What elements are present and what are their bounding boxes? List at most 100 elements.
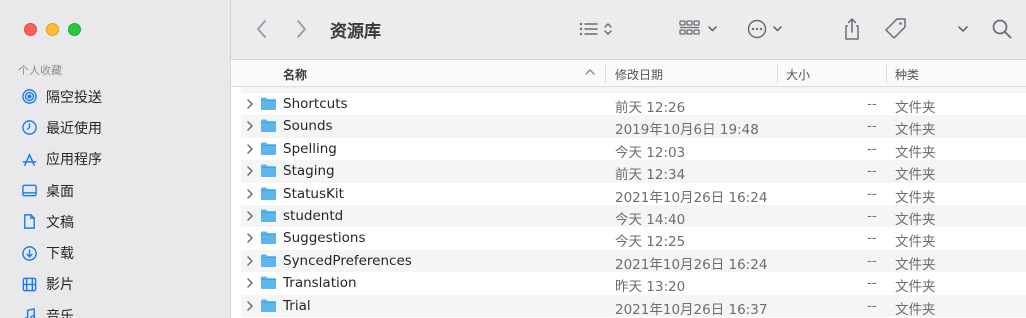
file-kind: 文件夹 [895,234,936,251]
sidebar-item-label: 文稿 [46,214,74,231]
minimize-window-button[interactable] [46,23,59,36]
table-row[interactable]: Suggestions 今天 12:25 -- 文件夹 [241,227,1026,251]
folder-icon [260,163,277,178]
disclosure-chevron-icon[interactable] [245,300,255,312]
file-date-modified: 前天 12:34 [615,167,686,184]
more-toolbar-button[interactable] [956,16,970,42]
disclosure-chevron-icon[interactable] [245,143,255,155]
file-date-modified: 今天 14:40 [615,211,686,228]
close-window-button[interactable] [24,23,37,36]
toolbar: 资源库 [231,0,1026,60]
share-button[interactable] [841,16,863,42]
tag-button[interactable] [883,16,909,42]
table-row[interactable]: Shortcuts 前天 12:26 -- 文件夹 [241,93,1026,116]
file-size: -- [867,297,877,314]
disclosure-chevron-icon[interactable] [245,232,255,244]
table-row[interactable]: Translation 昨天 13:20 -- 文件夹 [241,272,1026,296]
sidebar-item-airdrop[interactable]: 隔空投送 [20,81,102,112]
sidebar-item-music[interactable]: 音乐 [20,300,102,318]
folder-icon [260,253,277,268]
file-date-modified: 前天 12:26 [615,100,686,116]
column-divider[interactable] [605,64,606,83]
search-button[interactable] [991,16,1013,42]
file-name: Spelling [283,140,337,157]
window-controls [24,23,81,36]
file-name: StatusKit [283,185,344,202]
sidebar-item-label: 影片 [46,277,74,294]
folder-icon [260,275,277,290]
file-size: -- [867,118,877,135]
column-divider[interactable] [886,64,887,83]
sidebar-item-desktop[interactable]: 桌面 [20,175,102,206]
sidebar-item-movies[interactable]: 影片 [20,269,102,300]
file-kind: 文件夹 [895,167,936,184]
file-list: Shortcuts 前天 12:26 -- 文件夹 Sounds 2019年10月6日 1… [241,87,1026,318]
disclosure-chevron-icon[interactable] [245,277,255,289]
table-row[interactable]: Trial 2021年10月26日 16:37 -- 文件夹 [241,294,1026,318]
table-row[interactable]: SyncedPreferences 2021年10月26日 16:24 -- 文件夹 [241,249,1026,273]
column-header: 名称 修改日期 大小 种类 [231,60,1026,87]
window-title: 资源库 [330,22,381,42]
sidebar-item-documents[interactable]: 文稿 [20,206,102,237]
group-by-button[interactable] [679,16,721,42]
back-button[interactable] [255,16,269,42]
column-name[interactable]: 名称 [283,66,307,83]
disclosure-chevron-icon[interactable] [245,188,255,200]
sidebar-item-label: 最近使用 [46,120,102,137]
table-row[interactable]: Spelling 今天 12:03 -- 文件夹 [241,138,1026,161]
folder-icon [260,118,277,133]
file-kind: 文件夹 [895,189,936,206]
column-date-modified[interactable]: 修改日期 [615,66,663,83]
column-size[interactable]: 大小 [786,66,810,83]
sidebar-item-downloads[interactable]: 下载 [20,237,102,268]
file-size: -- [867,207,877,224]
table-row[interactable]: studentd 今天 14:40 -- 文件夹 [241,204,1026,228]
disclosure-chevron-icon[interactable] [245,165,255,177]
file-size: -- [867,96,877,112]
table-row[interactable]: StatusKit 2021年10月26日 16:24 -- 文件夹 [241,183,1026,206]
file-name: studentd [283,207,344,224]
action-menu-button[interactable] [746,16,788,42]
sort-ascending-icon[interactable] [584,65,596,82]
folder-icon [260,96,277,111]
file-kind: 文件夹 [895,122,936,139]
sidebar: 个人收藏 隔空投送 最近使用 应用程序 桌面 文稿 下载 影片 音乐 [0,0,231,318]
file-size: -- [867,230,877,247]
file-date-modified: 今天 12:03 [615,144,686,161]
sidebar-item-applications[interactable]: 应用程序 [20,144,102,175]
file-name: Staging [283,163,335,180]
table-row[interactable]: Staging 前天 12:34 -- 文件夹 [241,160,1026,184]
disclosure-chevron-icon[interactable] [245,210,255,222]
table-row[interactable]: Sounds 2019年10月6日 19:48 -- 文件夹 [241,115,1026,139]
folder-icon [260,298,277,313]
column-divider[interactable] [777,64,778,83]
sidebar-list: 隔空投送 最近使用 应用程序 桌面 文稿 下载 影片 音乐 [20,81,102,318]
sidebar-item-label: 桌面 [46,183,74,200]
file-kind: 文件夹 [895,211,936,228]
file-name: Sounds [283,118,333,135]
disclosure-chevron-icon[interactable] [245,255,255,267]
download-icon [20,244,38,262]
file-kind: 文件夹 [895,144,936,161]
tag-icon [885,18,906,39]
file-name: Translation [283,275,357,292]
folder-icon [260,141,277,156]
chevron-down-icon [958,26,968,32]
forward-button[interactable] [294,16,308,42]
file-size: -- [867,252,877,269]
disclosure-chevron-icon[interactable] [245,98,255,110]
sidebar-item-recents[interactable]: 最近使用 [20,112,102,143]
finder-window: 个人收藏 隔空投送 最近使用 应用程序 桌面 文稿 下载 影片 音乐 资源库 名… [0,0,1026,318]
clock-icon [20,119,38,137]
column-kind[interactable]: 种类 [895,66,919,83]
file-kind: 文件夹 [895,279,936,296]
file-kind: 文件夹 [895,256,936,273]
folder-icon [260,186,277,201]
folder-icon [260,230,277,245]
zoom-window-button[interactable] [68,23,81,36]
chevron-left-icon [257,20,266,38]
disclosure-chevron-icon[interactable] [245,120,255,132]
view-mode-button[interactable] [579,16,621,42]
document-icon [20,213,38,231]
file-date-modified: 昨天 13:20 [615,279,686,296]
